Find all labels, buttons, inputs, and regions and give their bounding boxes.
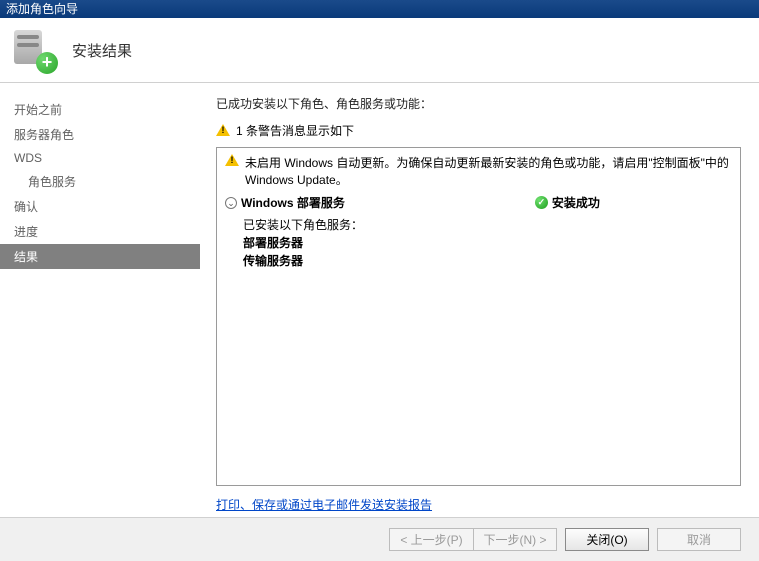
close-button[interactable]: 关闭(O) <box>565 528 649 551</box>
content-row: 开始之前 服务器角色 WDS 角色服务 确认 进度 结果 已成功安装以下角色、角… <box>0 83 759 517</box>
button-bar: < 上一步(P) 下一步(N) > 关闭(O) 取消 <box>0 517 759 561</box>
page-title: 安装结果 <box>72 40 132 61</box>
wizard-icon: + <box>12 28 56 72</box>
add-plus-icon: + <box>36 52 58 74</box>
service-item: 传输服务器 <box>243 252 732 269</box>
sidebar-item-before-you-begin[interactable]: 开始之前 <box>0 97 200 122</box>
summary-text: 已成功安装以下角色、角色服务或功能： <box>200 95 741 112</box>
sidebar-item-wds[interactable]: WDS <box>0 147 200 169</box>
warning-icon <box>225 154 239 168</box>
role-status-label: 安装成功 <box>552 194 600 211</box>
success-icon: ✓ <box>535 196 548 209</box>
warning-icon <box>216 124 230 138</box>
sidebar-item-server-roles[interactable]: 服务器角色 <box>0 122 200 147</box>
nav-button-pair: < 上一步(P) 下一步(N) > <box>389 528 557 551</box>
installed-heading: 已安装以下角色服务： <box>243 216 732 233</box>
role-result-row: ⌄ Windows 部署服务 ✓ 安装成功 <box>225 194 732 211</box>
wizard-header: + 安装结果 <box>0 18 759 83</box>
warning-count-text: 1 条警告消息显示如下 <box>236 122 354 139</box>
report-link[interactable]: 打印、保存或通过电子邮件发送安装报告 <box>216 496 741 513</box>
sidebar-item-progress[interactable]: 进度 <box>0 219 200 244</box>
window-body: + 安装结果 开始之前 服务器角色 WDS 角色服务 确认 进度 结果 已成功安… <box>0 18 759 561</box>
auto-update-warning-row: 未启用 Windows 自动更新。为确保自动更新最新安装的角色或功能，请启用"控… <box>225 154 732 188</box>
next-button: 下一步(N) > <box>473 528 557 551</box>
main-panel: 已成功安装以下角色、角色服务或功能： 1 条警告消息显示如下 未启用 Windo… <box>200 83 759 517</box>
window-titlebar: 添加角色向导 <box>0 0 759 18</box>
sidebar-item-results[interactable]: 结果 <box>0 244 200 269</box>
sidebar-item-confirmation[interactable]: 确认 <box>0 194 200 219</box>
auto-update-warning-text: 未启用 Windows 自动更新。为确保自动更新最新安装的角色或功能，请启用"控… <box>245 154 732 188</box>
back-button: < 上一步(P) <box>389 528 473 551</box>
role-status: ✓ 安装成功 <box>535 194 600 211</box>
service-item: 部署服务器 <box>243 234 732 251</box>
sidebar-item-role-services[interactable]: 角色服务 <box>0 169 200 194</box>
window-title: 添加角色向导 <box>6 2 78 16</box>
role-name: Windows 部署服务 <box>241 194 345 211</box>
cancel-button: 取消 <box>657 528 741 551</box>
warning-summary-row: 1 条警告消息显示如下 <box>200 122 741 139</box>
wizard-sidebar: 开始之前 服务器角色 WDS 角色服务 确认 进度 结果 <box>0 83 200 517</box>
collapse-toggle-icon[interactable]: ⌄ <box>225 197 237 209</box>
installed-services-block: 已安装以下角色服务： 部署服务器 传输服务器 <box>225 211 732 269</box>
results-frame: 未启用 Windows 自动更新。为确保自动更新最新安装的角色或功能，请启用"控… <box>216 147 741 486</box>
